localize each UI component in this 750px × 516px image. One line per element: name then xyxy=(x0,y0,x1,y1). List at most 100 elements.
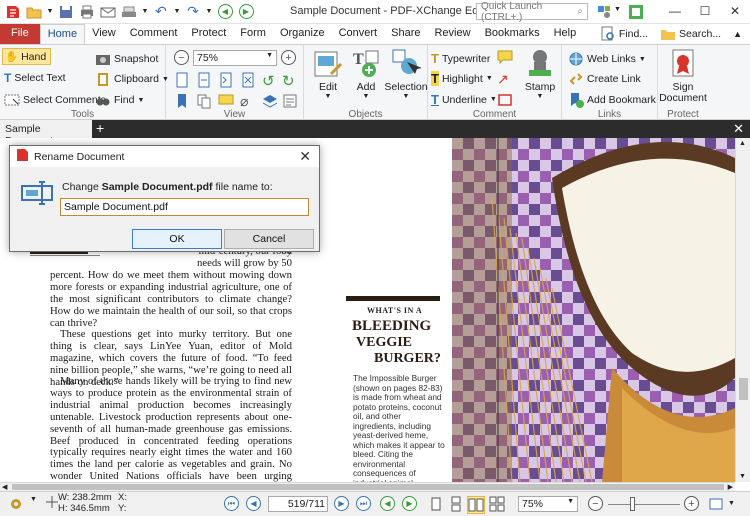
tab-help[interactable]: Help xyxy=(547,24,584,44)
tab-convert[interactable]: Convert xyxy=(332,24,385,44)
sign-document-button[interactable]: Sign Document xyxy=(658,48,708,104)
filename-input[interactable]: Sample Document.pdf xyxy=(60,198,309,216)
vertical-scrollbar[interactable]: ▲ ▼ xyxy=(735,138,750,482)
tab-home[interactable]: Home xyxy=(39,24,86,44)
rotate-left-icon[interactable]: ↺ xyxy=(262,72,275,90)
continuous-icon[interactable] xyxy=(448,496,464,512)
chevron-down-icon[interactable]: ▼ xyxy=(141,3,149,21)
minimize-icon[interactable]: — xyxy=(660,0,690,22)
rotate-right-icon[interactable]: ↻ xyxy=(282,72,295,90)
dialog-close-button[interactable]: ✕ xyxy=(299,148,311,165)
add-button[interactable]: T Add ▼ xyxy=(348,48,384,100)
continuous-facing-icon[interactable] xyxy=(489,496,505,512)
tab-review[interactable]: Review xyxy=(427,24,477,44)
scroll-thumb[interactable] xyxy=(739,378,748,400)
fit-width-icon[interactable] xyxy=(708,496,724,512)
next-page-button[interactable]: ▶ xyxy=(334,496,349,511)
zoom-slider-thumb[interactable] xyxy=(630,497,635,511)
selection-button[interactable]: Selection ▼ xyxy=(384,48,428,100)
fit-width-icon[interactable] xyxy=(218,72,234,91)
tab-share[interactable]: Share xyxy=(384,24,427,44)
tab-organize[interactable]: Organize xyxy=(273,24,332,44)
zoom-out-button[interactable]: − xyxy=(588,496,603,511)
save-icon[interactable] xyxy=(57,3,75,21)
fit-visible-icon[interactable] xyxy=(240,72,256,91)
ok-button[interactable]: OK xyxy=(132,229,222,249)
close-icon[interactable]: ✕ xyxy=(720,0,750,22)
zoom-select[interactable]: 75% ▼ xyxy=(193,50,277,66)
fit-page-icon[interactable] xyxy=(196,72,212,91)
find-tool-button[interactable]: Find ▼ xyxy=(95,92,144,108)
redo-icon[interactable]: ↷ xyxy=(184,3,202,21)
scan-icon[interactable] xyxy=(120,3,138,21)
search-button[interactable]: Search... xyxy=(660,26,721,42)
tab-form[interactable]: Form xyxy=(233,24,273,44)
actual-size-icon[interactable] xyxy=(174,72,190,91)
find-button[interactable]: Find... xyxy=(600,26,648,42)
stamp-button[interactable]: Stamp ▼ xyxy=(520,48,560,100)
select-comments-button[interactable]: Select Comments xyxy=(4,92,106,108)
add-bookmark-button[interactable]: Add Bookmark xyxy=(568,92,656,108)
page-number-input[interactable]: 519/711 xyxy=(268,496,328,512)
scroll-down-icon[interactable]: ▼ xyxy=(739,473,746,480)
previous-view-button[interactable]: ◀ xyxy=(380,496,395,511)
previous-page-button[interactable]: ◀ xyxy=(246,496,261,511)
tab-view[interactable]: View xyxy=(85,24,123,44)
horizontal-scrollbar[interactable]: ◀ ▶ xyxy=(0,482,735,491)
document-tab[interactable]: Sample Document xyxy=(0,120,92,147)
attachment-icon[interactable]: ⌀ xyxy=(240,93,248,110)
typewriter-button[interactable]: T Typewriter xyxy=(431,51,490,66)
select-text-button[interactable]: T Select Text xyxy=(4,71,66,85)
chevron-down-icon[interactable]: ▼ xyxy=(614,6,621,13)
maximize-icon[interactable]: ☐ xyxy=(690,0,720,22)
chevron-down-icon[interactable]: ▼ xyxy=(728,500,735,507)
zoom-out-icon[interactable]: − xyxy=(174,50,189,65)
chevron-down-icon[interactable]: ▼ xyxy=(46,3,54,21)
create-link-button[interactable]: Create Link xyxy=(568,71,641,87)
settings-icon[interactable] xyxy=(8,496,24,512)
options-icon[interactable] xyxy=(596,4,612,23)
highlight-button[interactable]: T Highlight ▼ xyxy=(431,71,493,86)
next-view-button[interactable]: ▶ xyxy=(402,496,417,511)
tab-protect[interactable]: Protect xyxy=(184,24,233,44)
fullscreen-icon[interactable] xyxy=(628,4,644,23)
quick-launch-input[interactable]: Quick Launch (CTRL+.) ⌕ xyxy=(476,1,588,23)
single-page-icon[interactable] xyxy=(428,496,444,512)
print-icon[interactable] xyxy=(78,3,96,21)
open-folder-icon[interactable] xyxy=(25,3,43,21)
zoom-in-button[interactable]: + xyxy=(684,496,699,511)
underline-button[interactable]: T Underline ▼ xyxy=(431,92,497,107)
chevron-up-icon[interactable]: ▲ xyxy=(733,29,742,39)
new-tab-button[interactable]: + xyxy=(96,120,104,137)
scroll-right-icon[interactable]: ▶ xyxy=(728,483,733,491)
forward-icon[interactable]: ▶ xyxy=(237,3,255,21)
zoom-level-select[interactable]: 75% ▼ xyxy=(518,496,578,512)
clipboard-button[interactable]: Clipboard ▼ xyxy=(95,71,169,87)
undo-icon[interactable]: ↶ xyxy=(152,3,170,21)
web-links-button[interactable]: Web Links ▼ xyxy=(568,51,646,67)
sticky-note-icon[interactable] xyxy=(497,49,513,68)
zoom-in-icon[interactable]: + xyxy=(281,50,296,65)
tab-file[interactable]: File xyxy=(0,24,40,44)
hscroll-thumb[interactable] xyxy=(12,484,724,490)
tab-comment[interactable]: Comment xyxy=(123,24,185,44)
first-page-button[interactable]: ⏮ xyxy=(224,496,239,511)
hand-button[interactable]: ✋ Hand xyxy=(2,48,52,65)
snapshot-button[interactable]: Snapshot xyxy=(95,51,158,67)
cancel-button[interactable]: Cancel xyxy=(224,229,314,249)
last-page-button[interactable]: ⏭ xyxy=(356,496,371,511)
email-icon[interactable] xyxy=(99,3,117,21)
zoom-slider-track[interactable] xyxy=(608,504,680,505)
arrow-icon[interactable]: ↗ xyxy=(497,71,509,88)
back-icon[interactable]: ◀ xyxy=(216,3,234,21)
chevron-down-icon[interactable]: ▼ xyxy=(173,3,181,21)
edit-button[interactable]: Edit ▼ xyxy=(310,48,346,100)
cursor-coordinates: X: Y: xyxy=(118,492,127,514)
chevron-down-icon[interactable]: ▼ xyxy=(205,3,213,21)
scroll-up-icon[interactable]: ▲ xyxy=(739,140,746,147)
chevron-down-icon[interactable]: ▼ xyxy=(30,496,37,503)
close-document-button[interactable]: ✕ xyxy=(733,120,744,138)
tab-bookmarks[interactable]: Bookmarks xyxy=(478,24,547,44)
scroll-left-icon[interactable]: ◀ xyxy=(2,483,7,491)
facing-icon[interactable] xyxy=(467,496,485,514)
